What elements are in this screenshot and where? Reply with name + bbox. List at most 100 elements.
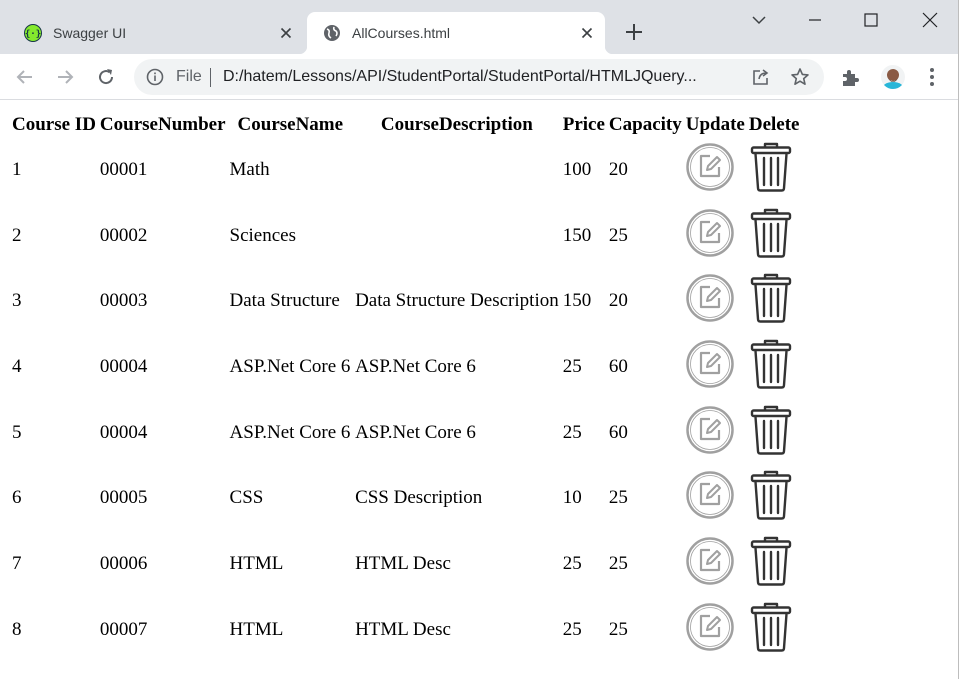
cell-course-number: 00005 xyxy=(99,487,148,509)
tab-title: AllCourses.html xyxy=(352,25,451,41)
maximize-button[interactable] xyxy=(843,0,899,40)
cell-course-number: 00003 xyxy=(99,290,148,312)
tab-swagger-ui[interactable]: {·} Swagger UI xyxy=(8,12,304,54)
table-row: 8 00007 HTML HTML Desc 25 25 xyxy=(10,597,802,663)
bookmark-star-icon[interactable] xyxy=(790,67,810,87)
cell-price: 25 xyxy=(562,552,582,574)
cell-course-description: ASP.Net Core 6 xyxy=(355,421,476,443)
cell-update xyxy=(684,334,747,400)
header-course-id: Course ID xyxy=(12,114,96,135)
cell-update xyxy=(684,597,747,663)
new-tab-plus-icon[interactable] xyxy=(624,22,644,42)
cell-delete xyxy=(747,334,802,400)
trash-icon[interactable] xyxy=(749,141,800,199)
svg-text:{·}: {·} xyxy=(25,30,41,40)
edit-icon[interactable] xyxy=(685,208,745,263)
cell-price: 150 xyxy=(562,224,592,246)
cell-capacity: 25 xyxy=(608,552,628,574)
cell-course-description: HTML Desc xyxy=(355,552,451,574)
edit-icon[interactable] xyxy=(685,143,745,197)
cell-update xyxy=(684,400,747,466)
edit-icon[interactable] xyxy=(685,537,745,591)
header-delete: Delete xyxy=(748,114,800,135)
tab-search-chevron-icon[interactable] xyxy=(731,0,787,40)
cell-course-description: ASP.Net Core 6 xyxy=(355,355,476,377)
url-text[interactable]: D:/hatem/Lessons/API/StudentPortal/Stude… xyxy=(223,68,743,86)
tab-close-icon[interactable] xyxy=(579,25,595,41)
edit-icon[interactable] xyxy=(685,602,745,657)
cell-course-name: Math xyxy=(229,158,270,180)
close-window-button[interactable] xyxy=(902,0,958,40)
table-row: 2 00002 Sciences 150 25 xyxy=(10,203,802,269)
edit-icon[interactable] xyxy=(685,405,745,460)
info-icon[interactable] xyxy=(146,68,164,86)
edit-icon[interactable] xyxy=(685,274,745,328)
courses-table: Course ID CourseNumber CourseName Course… xyxy=(10,113,802,663)
cell-course-id: 8 xyxy=(12,618,22,640)
tab-close-icon[interactable] xyxy=(278,25,294,41)
cell-price: 150 xyxy=(562,290,592,312)
cell-course-name: CSS xyxy=(229,487,264,509)
cell-capacity: 25 xyxy=(608,224,628,246)
minimize-button[interactable] xyxy=(787,0,843,40)
address-separator xyxy=(210,68,211,87)
cell-price: 100 xyxy=(562,158,592,180)
trash-icon[interactable] xyxy=(749,535,800,593)
cell-capacity: 60 xyxy=(608,355,628,377)
swagger-icon: {·} xyxy=(24,24,42,42)
cell-price: 10 xyxy=(562,487,582,509)
browser-toolbar: File D:/hatem/Lessons/API/StudentPortal/… xyxy=(0,54,958,100)
cell-course-description xyxy=(353,203,561,269)
cell-update xyxy=(684,137,747,203)
cell-capacity: 25 xyxy=(608,618,628,640)
trash-icon[interactable] xyxy=(749,404,800,462)
forward-arrow-icon[interactable] xyxy=(53,65,77,89)
header-capacity: Capacity xyxy=(608,114,682,135)
cell-price: 25 xyxy=(562,421,582,443)
header-update: Update xyxy=(685,114,745,135)
page-content: Course ID CourseNumber CourseName Course… xyxy=(0,101,958,679)
cell-capacity: 60 xyxy=(608,421,628,443)
table-row: 6 00005 CSS CSS Description 10 25 xyxy=(10,465,802,531)
share-icon[interactable] xyxy=(751,67,771,87)
cell-course-id: 6 xyxy=(12,487,22,509)
cell-course-description: HTML Desc xyxy=(355,618,451,640)
cell-delete xyxy=(747,137,802,203)
header-course-description: CourseDescription xyxy=(380,114,533,135)
trash-icon[interactable] xyxy=(749,469,800,527)
profile-avatar[interactable] xyxy=(881,65,905,89)
header-price: Price xyxy=(562,114,605,135)
extensions-puzzle-icon[interactable] xyxy=(840,66,862,88)
cell-course-description xyxy=(353,137,561,203)
tab-allcourses[interactable]: AllCourses.html xyxy=(299,12,613,54)
trash-icon[interactable] xyxy=(749,207,800,265)
address-bar[interactable]: File D:/hatem/Lessons/API/StudentPortal/… xyxy=(134,59,824,95)
edit-icon[interactable] xyxy=(685,471,745,525)
back-arrow-icon[interactable] xyxy=(13,65,37,89)
table-row: 5 00004 ASP.Net Core 6 ASP.Net Core 6 25… xyxy=(10,400,802,466)
cell-delete xyxy=(747,465,802,531)
cell-course-number: 00004 xyxy=(99,421,148,443)
table-row: 7 00006 HTML HTML Desc 25 25 xyxy=(10,531,802,597)
tab-title: Swagger UI xyxy=(53,25,127,41)
cell-course-name: HTML xyxy=(229,618,284,640)
cell-delete xyxy=(747,203,802,269)
more-menu-icon[interactable] xyxy=(921,66,943,88)
cell-course-number: 00007 xyxy=(99,618,148,640)
cell-update xyxy=(684,531,747,597)
cell-course-name: HTML xyxy=(229,552,284,574)
cell-course-number: 00001 xyxy=(99,158,148,180)
table-row: 1 00001 Math 100 20 xyxy=(10,137,802,203)
cell-course-number: 00006 xyxy=(99,552,148,574)
table-header-row: Course ID CourseNumber CourseName Course… xyxy=(10,113,802,137)
cell-delete xyxy=(747,400,802,466)
trash-icon[interactable] xyxy=(749,601,800,659)
header-course-number: CourseNumber xyxy=(99,114,226,135)
cell-update xyxy=(684,203,747,269)
trash-icon[interactable] xyxy=(749,272,800,330)
cell-course-number: 00004 xyxy=(99,355,148,377)
cell-course-id: 5 xyxy=(12,421,22,443)
edit-icon[interactable] xyxy=(685,340,745,394)
trash-icon[interactable] xyxy=(749,338,800,396)
reload-icon[interactable] xyxy=(94,65,118,89)
